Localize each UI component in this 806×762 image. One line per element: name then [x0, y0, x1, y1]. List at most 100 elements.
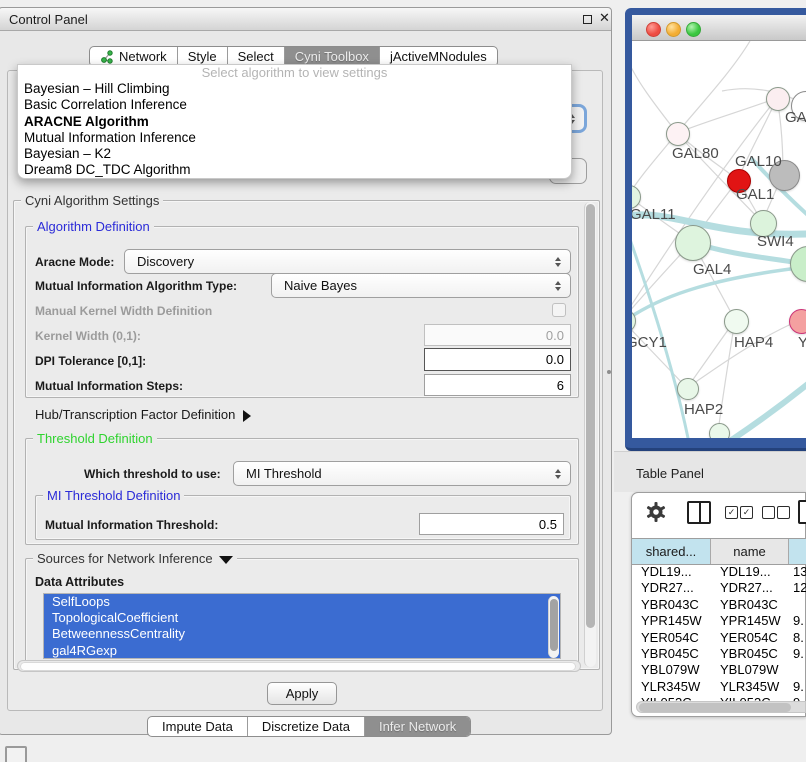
data-attributes-list[interactable]: SelfLoops TopologicalCoefficient Between… [43, 593, 561, 659]
minimize-traffic-light-icon[interactable] [666, 22, 681, 37]
combo-arrows-icon [555, 281, 561, 291]
node-label: GAL11 [632, 206, 676, 223]
panel-resize-grip[interactable] [607, 370, 611, 374]
combo-arrows-icon [555, 257, 561, 267]
mi-type-combobox[interactable]: Naive Bayes [271, 273, 571, 298]
node-label: Y [798, 334, 806, 351]
node-label: HAP4 [734, 334, 773, 351]
node-label: GCY1 [632, 334, 667, 351]
list-item[interactable]: BetweennessCentrality [44, 626, 560, 642]
aracne-mode-combobox[interactable]: Discovery [124, 249, 571, 274]
mi-steps-label: Mutual Information Steps: [35, 379, 183, 393]
attributes-scrollbar[interactable] [548, 596, 559, 658]
which-threshold-combobox[interactable]: MI Threshold [233, 461, 571, 486]
sources-group-title[interactable]: Sources for Network Inference [33, 551, 237, 566]
node-label: GAL1 [736, 186, 774, 203]
dpi-tolerance-label: DPI Tolerance [0,1]: [35, 354, 146, 368]
node-label: HAP2 [684, 401, 723, 418]
kernel-width-field[interactable]: 0.0 [424, 324, 571, 346]
node-label: GAL80 [672, 145, 719, 162]
unchecked-checkbox-icon[interactable] [777, 506, 790, 519]
node-label: GAL10 [735, 153, 782, 170]
list-item[interactable]: SelfLoops [44, 594, 560, 610]
dropdown-option[interactable]: Dream8 DC_TDC Algorithm [18, 162, 571, 178]
dpi-tolerance-field[interactable]: 0.0 [424, 348, 571, 371]
node-label: SWI4 [757, 233, 794, 250]
node-hap4[interactable] [724, 309, 749, 334]
settings-group-title: Cyni Algorithm Settings [21, 193, 163, 208]
network-window-titlebar[interactable] [632, 15, 806, 41]
network-canvas[interactable]: GAL GAL80 GAL10 GAL1 GAL11 SWI4 GAL4 GCY… [632, 41, 806, 438]
dropdown-option[interactable]: Bayesian – Hill Climbing [18, 81, 571, 97]
apply-button[interactable]: Apply [267, 682, 337, 705]
tab-network-label: Network [119, 49, 167, 64]
table-row[interactable]: YER054C YER054C 8. [632, 630, 806, 646]
expanded-arrow-icon [219, 556, 233, 564]
data-attributes-label: Data Attributes [35, 575, 124, 589]
table-hscrollbar-thumb[interactable] [639, 703, 791, 712]
column-header[interactable]: name [711, 539, 789, 564]
table-row[interactable]: YBR043C YBR043C [632, 597, 806, 613]
dropdown-option[interactable]: Basic Correlation Inference [18, 97, 571, 113]
node-label: GAL [785, 109, 806, 126]
settings-scrollbar-thumb[interactable] [586, 204, 595, 628]
manual-kernel-label: Manual Kernel Width Definition [35, 304, 212, 318]
node-gal4[interactable] [675, 225, 711, 261]
list-item[interactable]: gal4RGexp [44, 643, 560, 659]
checked-checkbox-icon[interactable]: ✓ [740, 506, 753, 519]
zoom-traffic-light-icon[interactable] [686, 22, 701, 37]
mi-type-label: Mutual Information Algorithm Type: [35, 279, 237, 293]
checked-checkbox-icon[interactable]: ✓ [725, 506, 738, 519]
node-hap2[interactable] [677, 378, 699, 400]
dropdown-option-selected[interactable]: ARACNE Algorithm [18, 114, 571, 130]
table-row[interactable]: YDR27... YDR27... 12 [632, 580, 806, 596]
minimized-panel-icon[interactable] [5, 746, 27, 762]
tab-infer-network[interactable]: Infer Network [365, 717, 470, 736]
mi-threshold-field[interactable]: 0.5 [419, 513, 564, 535]
list-item[interactable]: TopologicalCoefficient [44, 610, 560, 626]
tab-impute-data[interactable]: Impute Data [148, 717, 248, 736]
split-panel-icon[interactable] [687, 501, 711, 524]
document-icon[interactable] [798, 500, 806, 524]
settings-hscrollbar[interactable] [17, 660, 581, 672]
table-row[interactable]: YDL19... YDL19... 13 [632, 564, 806, 580]
control-panel-title: Control Panel [9, 12, 88, 27]
network-icon [100, 50, 114, 64]
table-row[interactable]: YBR045C YBR045C 9. [632, 646, 806, 662]
control-panel-window: Control Panel ✕ Network Style Select Cyn… [0, 7, 612, 735]
close-traffic-light-icon[interactable] [646, 22, 661, 37]
control-panel-titlebar[interactable]: Control Panel ✕ [0, 8, 611, 31]
dropdown-option[interactable]: Mutual Information Inference [18, 130, 571, 146]
manual-kernel-checkbox[interactable] [552, 303, 566, 317]
hub-section-toggle[interactable]: Hub/Transcription Factor Definition [35, 407, 251, 422]
mi-steps-field[interactable]: 6 [424, 374, 571, 396]
combo-arrows-icon [555, 469, 561, 479]
dropdown-placeholder: Select algorithm to view settings [18, 65, 571, 81]
aracne-mode-label: Aracne Mode: [35, 255, 114, 269]
threshold-definition-title: Threshold Definition [33, 431, 157, 446]
tab-discretize-data[interactable]: Discretize Data [248, 717, 365, 736]
node-label: GAL4 [693, 261, 731, 278]
table-panel-title: Table Panel [636, 466, 704, 481]
table-row[interactable]: YPR145W YPR145W 9. [632, 613, 806, 629]
node-bottom[interactable] [709, 423, 730, 438]
collapsed-arrow-icon [243, 410, 251, 422]
unchecked-checkbox-icon[interactable] [762, 506, 775, 519]
mi-threshold-definition-title: MI Threshold Definition [43, 488, 184, 503]
gear-icon[interactable] [645, 501, 667, 523]
dropdown-option[interactable]: Bayesian – K2 [18, 146, 571, 162]
column-header[interactable] [789, 539, 806, 564]
table-hscrollbar[interactable] [636, 701, 806, 713]
attributes-scrollbar-thumb[interactable] [550, 599, 558, 651]
table-row[interactable]: YLR345W YLR345W 9. [632, 679, 806, 695]
column-header[interactable]: shared... [632, 539, 711, 564]
node-gal-pink[interactable] [766, 87, 790, 111]
float-window-icon[interactable] [583, 15, 592, 24]
which-threshold-label: Which threshold to use: [84, 467, 221, 481]
settings-scrollbar[interactable] [584, 202, 596, 667]
node-gal80[interactable] [666, 122, 690, 146]
settings-hscrollbar-thumb[interactable] [20, 662, 576, 671]
table-row[interactable]: YBL079W YBL079W [632, 662, 806, 678]
close-icon[interactable]: ✕ [599, 10, 610, 26]
table-header-row: shared... name [632, 538, 806, 565]
